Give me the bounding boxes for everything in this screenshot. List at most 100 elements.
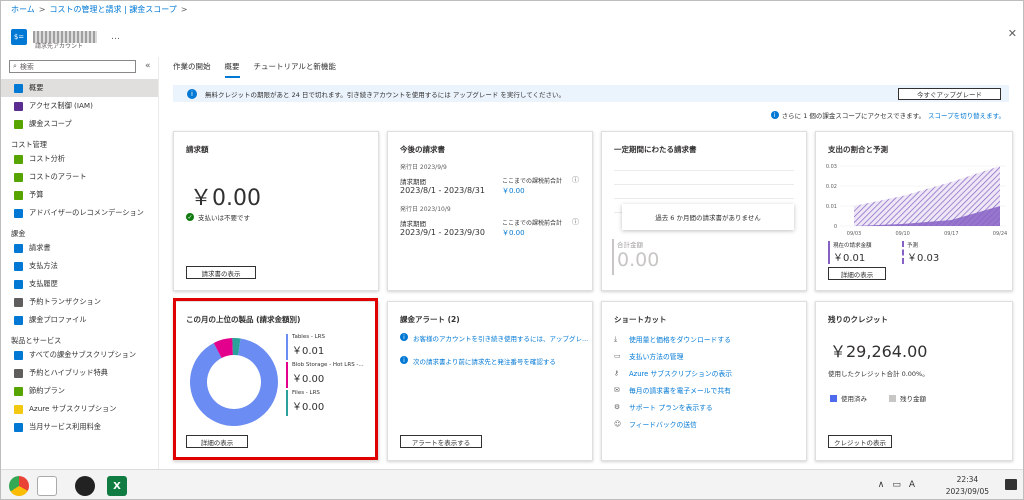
switch-scope-link[interactable]: スコープを切り替えます。: [928, 110, 1005, 120]
view-alerts-button[interactable]: アラートを表示する: [400, 435, 482, 448]
sidebar-item[interactable]: 予算: [1, 186, 158, 204]
clock-time: 22:34: [956, 475, 979, 484]
main-content: 作業の開始 概要 チュートリアルと新機能 i 無料クレジットの期限があと 24 …: [173, 57, 1018, 469]
shortcut-label: 使用量と価格をダウンロードする: [629, 336, 731, 344]
sidebar-item-label: 課金プロファイル: [29, 315, 87, 324]
no-invoices-message: 過去 6 か月間の請求書がありません: [622, 204, 794, 230]
card-title: ショートカット: [614, 315, 667, 324]
tab-tutorials[interactable]: チュートリアルと新機能: [254, 61, 336, 78]
x-tick-label: 09/24: [993, 231, 1007, 237]
x-tick-label: 09/17: [944, 231, 958, 237]
legend-remaining-label: 残り金額: [900, 395, 926, 403]
billing-alert-item[interactable]: i 次の請求書より前に請求先と発注番号を確認する: [400, 356, 556, 366]
sidebar-item[interactable]: すべての課金サブスクリプション: [1, 346, 158, 364]
breadcrumb-home[interactable]: ホーム: [11, 4, 35, 15]
info-icon: i: [187, 88, 197, 99]
info-icon: i: [770, 111, 779, 119]
sidebar-item[interactable]: コストのアラート: [1, 168, 158, 186]
shortcut-link[interactable]: ⤓ 使用量と価格をダウンロードする: [614, 334, 731, 345]
sidebar-item[interactable]: 概要: [1, 79, 158, 97]
legend-entry: Blob Storage - Hot LRS -... ￥0.00: [286, 362, 376, 388]
sidebar-item[interactable]: 支払方法: [1, 257, 158, 275]
total-amount-value: 0.00: [617, 249, 660, 271]
shortcut-link[interactable]: ✉ 毎月の請求書を電子メールで共有: [614, 385, 731, 395]
scope-text: さらに 1 個の課金スコープにアクセスできます。: [781, 112, 926, 120]
chrome-icon[interactable]: [9, 476, 29, 496]
legend-entry: Tables - LRS ￥0.01: [286, 334, 376, 360]
sidebar-item[interactable]: 支払履歴: [1, 275, 158, 293]
top-products-legend: Tables - LRS ￥0.01 Blob Storage - Hot LRS …: [286, 334, 376, 418]
sidebar-item[interactable]: 課金スコープ: [1, 115, 158, 133]
excel-icon[interactable]: X: [107, 476, 127, 496]
view-credits-button[interactable]: クレジットの表示: [828, 435, 892, 448]
sidebar-item[interactable]: 節約プラン: [1, 382, 158, 400]
sidebar-item-icon: [14, 279, 23, 289]
sidebar-item[interactable]: 当月サービス利用料金: [1, 418, 158, 436]
sidebar-item[interactable]: コスト分析: [1, 150, 158, 168]
tray-expand-icon[interactable]: ∧: [878, 480, 885, 490]
shortcut-link[interactable]: ☺ フィードバックの送信: [614, 419, 697, 429]
billing-alert-item[interactable]: i お客様のアカウントを引き続き使用するには、アップグレ...: [400, 333, 588, 343]
legend-product-name: Blob Storage - Hot LRS -...: [292, 362, 364, 368]
sidebar-item-icon: [14, 154, 23, 164]
network-icon[interactable]: ▭: [892, 480, 901, 490]
sidebar-item[interactable]: アドバイザーのレコメンデーション: [1, 204, 158, 222]
view-invoices-button[interactable]: 請求書の表示: [186, 266, 256, 279]
info-icon: i: [400, 333, 408, 341]
legend-used: 使用済み: [830, 393, 867, 403]
close-icon[interactable]: ✕: [1008, 27, 1017, 40]
camera-app-icon[interactable]: [75, 476, 95, 496]
mail-icon: ✉: [614, 386, 620, 394]
notepad-icon[interactable]: [37, 476, 57, 496]
pretax-total-value[interactable]: ￥0.00: [502, 228, 525, 238]
sidebar-item[interactable]: 予約とハイブリッド特典: [1, 364, 158, 382]
legend-product-value: ￥0.00: [292, 402, 325, 413]
upcoming-invoices-card: 今後の請求書 発行日 2023/9/9 請求期間 2023/8/1 - 2023/8…: [387, 131, 593, 291]
sidebar-item[interactable]: Azure サブスクリプション: [1, 400, 158, 418]
sidebar-item-label: 予約とハイブリッド特典: [29, 368, 108, 377]
ime-indicator[interactable]: A: [909, 480, 915, 490]
pretax-total-label: ここまでの課税前合計: [502, 220, 563, 227]
breadcrumb-separator: >: [38, 5, 46, 14]
upgrade-now-button[interactable]: 今すぐアップグレード: [898, 88, 1001, 100]
card-icon: ▭: [614, 352, 621, 360]
sidebar-item-icon: [14, 208, 23, 218]
card-title: 課金アラート (2): [400, 315, 460, 324]
shortcut-link[interactable]: ⚙ サポート プランを表示する: [614, 402, 713, 412]
shortcut-label: サポート プランを表示する: [629, 404, 713, 412]
collapse-sidebar-button[interactable]: «: [145, 61, 151, 71]
card-title: 一定期間にわたる請求書: [614, 145, 697, 154]
card-title: 今後の請求書: [400, 145, 445, 154]
shortcut-label: 毎月の請求書を電子メールで共有: [629, 387, 731, 395]
tab-overview[interactable]: 概要: [224, 61, 240, 78]
notification-icon[interactable]: [1005, 479, 1017, 490]
sidebar-item-icon: [14, 350, 23, 360]
scope-switch-notice: i さらに 1 個の課金スコープにアクセスできます。 スコープを切り替えます。: [770, 110, 1005, 120]
sidebar-item[interactable]: アクセス制御 (IAM): [1, 97, 158, 115]
sidebar-item-label: コスト分析: [29, 154, 65, 163]
breadcrumb-cost-management[interactable]: コストの管理と請求 | 課金スコープ: [49, 4, 176, 15]
shortcut-link[interactable]: ⚷ Azure サブスクリプションの表示: [614, 368, 732, 378]
sidebar-nav: 概要 アクセス制御 (IAM) 課金スコープ コスト管理 コスト分析 コストのアラート 予算…: [1, 79, 158, 436]
spending-forecast-card: 支出の割合と予測 0.03 0.02 0.01 0 09/03 09/10 09/17 09/…: [815, 131, 1013, 291]
search-input[interactable]: ⌕ 検索: [9, 60, 136, 73]
sidebar-item[interactable]: 課金プロファイル: [1, 311, 158, 329]
tab-getting-started[interactable]: 作業の開始: [173, 61, 211, 78]
billing-account-icon: $=: [11, 29, 27, 45]
shortcut-label: 支払い方法の管理: [629, 353, 684, 361]
sidebar-item[interactable]: 予約トランザクション: [1, 293, 158, 311]
shortcut-link[interactable]: ▭ 支払い方法の管理: [614, 351, 683, 361]
clock[interactable]: 22:34 2023/09/05: [946, 474, 989, 498]
pretax-total-label: ここまでの課税前合計: [502, 178, 563, 185]
view-details-button[interactable]: 詳細の表示: [828, 267, 886, 280]
pretax-total-value[interactable]: ￥0.00: [502, 186, 525, 196]
sidebar-item[interactable]: 請求書: [1, 239, 158, 257]
view-details-button[interactable]: 詳細の表示: [186, 435, 248, 448]
card-title: 残りのクレジット: [828, 315, 888, 324]
more-options-button[interactable]: …: [111, 32, 120, 42]
invoices-over-time-card: 一定期間にわたる請求書 過去 6 か月間の請求書がありません 合計金額 0.00: [601, 131, 807, 291]
legend-remaining-swatch: [889, 394, 896, 402]
spending-area-chart: 0.03 0.02 0.01 0 09/03 09/10 09/17 09/24: [826, 164, 1007, 237]
gear-icon: ⚙: [614, 403, 621, 411]
sidebar-item-label: アドバイザーのレコメンデーション: [29, 208, 144, 217]
